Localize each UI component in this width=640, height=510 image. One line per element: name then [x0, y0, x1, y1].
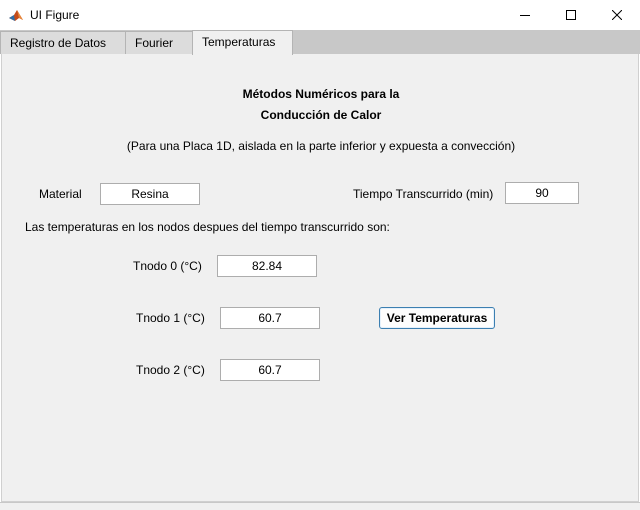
tiempo-label: Tiempo Transcurrido (min) — [353, 187, 494, 201]
tab-temperaturas[interactable]: Temperaturas — [192, 30, 293, 55]
panel-heading-line1: Métodos Numéricos para la — [242, 87, 400, 101]
tnodo-2-field[interactable]: 60.7 — [220, 359, 320, 381]
panel-heading-line2: Conducción de Calor — [260, 108, 382, 122]
material-field[interactable]: Resina — [100, 183, 200, 205]
tab-label: Registro de Datos — [10, 36, 107, 50]
tnodo-2-label: Tnodo 2 (°C) — [136, 363, 205, 377]
panel-subtitle: (Para una Placa 1D, aislada en la parte … — [126, 139, 516, 153]
tab-fourier[interactable]: Fourier — [125, 31, 193, 54]
tiempo-field[interactable]: 90 — [505, 182, 579, 204]
minimize-button[interactable] — [502, 0, 548, 30]
window-bottom-edge — [0, 502, 640, 510]
matlab-icon — [8, 7, 24, 23]
tnodo-0-label: Tnodo 0 (°C) — [133, 259, 202, 273]
title-bar: UI Figure — [0, 0, 640, 30]
tnodo-1-label: Tnodo 1 (°C) — [136, 311, 205, 325]
minimize-icon — [520, 15, 530, 16]
nodes-intro-text: Las temperaturas en los nodos despues de… — [25, 220, 390, 234]
tab-registro-de-datos[interactable]: Registro de Datos — [0, 31, 126, 54]
window-title: UI Figure — [30, 8, 80, 22]
tab-label: Temperaturas — [202, 35, 276, 49]
tnodo-1-field[interactable]: 60.7 — [220, 307, 320, 329]
maximize-icon — [566, 10, 576, 20]
ver-temperaturas-button[interactable]: Ver Temperaturas — [379, 307, 495, 329]
tab-label: Fourier — [135, 36, 174, 50]
close-button[interactable] — [594, 0, 640, 30]
temperaturas-panel: Métodos Numéricos para la Conducción de … — [1, 54, 639, 502]
close-icon — [612, 10, 622, 20]
maximize-button[interactable] — [548, 0, 594, 30]
tab-strip: Registro de Datos Fourier Temperaturas — [0, 30, 640, 55]
material-label: Material — [39, 187, 82, 201]
tnodo-0-field[interactable]: 82.84 — [217, 255, 317, 277]
